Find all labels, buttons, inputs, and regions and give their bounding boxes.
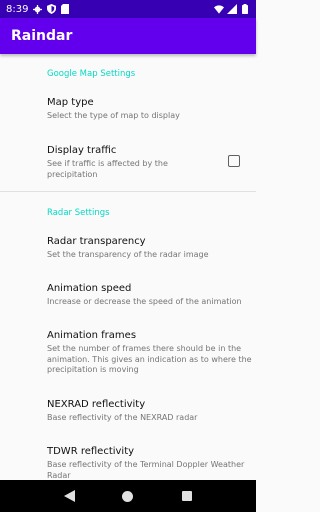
pref-animation-speed[interactable]: Animation speed Increase or decrease the… [47,282,253,308]
pref-summary: Increase or decrease the speed of the an… [47,297,242,306]
pref-title: TDWR reflectivity [47,446,135,457]
signal-icon [227,4,237,14]
recents-icon[interactable] [180,489,194,503]
pref-tdwr-reflectivity[interactable]: TDWR reflectivity Base reflectivity of t… [47,445,253,480]
pref-display-traffic[interactable]: Display traffic See if traffic is affect… [47,144,217,180]
home-icon[interactable] [121,489,135,503]
pref-summary: See if traffic is affected by the precip… [47,159,168,179]
pref-title: Animation speed [47,283,132,294]
app-title: Raindar [11,28,73,44]
status-time: 8:39 [6,3,29,15]
category-header-google-map: Google Map Settings [47,69,136,79]
pref-title: Radar transparency [47,236,146,247]
wifi-icon [214,4,224,14]
pref-summary: Base reflectivity of the NEXRAD radar [47,413,198,422]
sim-card-icon [60,4,70,14]
app-bar: Raindar [0,18,256,54]
gear-icon [32,4,42,14]
pref-radar-transparency[interactable]: Radar transparency Set the transparency … [47,235,253,261]
section-divider [0,191,256,192]
pref-summary: Set the number of frames there should be… [47,344,252,374]
pref-title: NEXRAD reflectivity [47,399,146,410]
pref-summary: Select the type of map to display [47,111,180,120]
pref-title: Map type [47,97,94,108]
pref-summary: Base reflectivity of the Terminal Dopple… [47,460,245,480]
battery-icon [240,4,250,14]
pref-title: Display traffic [47,145,117,156]
display-traffic-checkbox[interactable] [228,155,240,167]
pref-nexrad-reflectivity[interactable]: NEXRAD reflectivity Base reflectivity of… [47,398,253,424]
status-bar: 8:39 [0,0,256,18]
navigation-bar [0,480,256,512]
pref-map-type[interactable]: Map type Select the type of map to displ… [47,96,253,122]
back-icon[interactable] [62,489,76,503]
settings-list[interactable]: Google Map Settings Map type Select the … [0,54,256,480]
shield-icon [46,4,56,14]
pref-title: Animation frames [47,330,137,341]
category-header-radar: Radar Settings [47,208,110,218]
pref-animation-frames[interactable]: Animation frames Set the number of frame… [47,329,253,376]
pref-summary: Set the transparency of the radar image [47,250,209,259]
